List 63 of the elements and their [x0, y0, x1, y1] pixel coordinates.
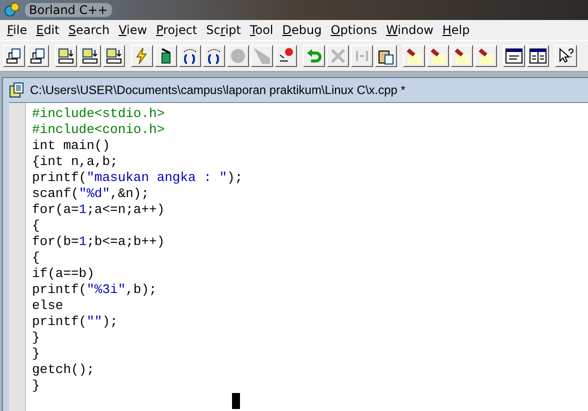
- code-line: printf("masukan angka : ");: [32, 170, 244, 186]
- braces-icon: [181, 47, 199, 65]
- code-line: }: [32, 346, 41, 362]
- undo-toolbar-button[interactable]: [303, 45, 325, 67]
- code-line: {: [32, 250, 41, 266]
- undo-icon: [305, 47, 323, 65]
- window-title: Borland C++: [25, 3, 112, 17]
- menu-item[interactable]: Options: [326, 23, 382, 37]
- help-toolbar-button[interactable]: [555, 45, 577, 67]
- braces-icon: [205, 47, 223, 65]
- code-line: scanf("%d",&n);: [32, 186, 150, 202]
- cross-icon: [329, 47, 347, 65]
- code-line: {: [32, 218, 41, 234]
- app-logo-icon: [4, 2, 20, 18]
- code-line: #include<conio.h>: [32, 122, 166, 138]
- columns-toolbar-button[interactable]: [527, 45, 549, 67]
- marker-toolbar-button[interactable]: [427, 45, 449, 67]
- code-line: getch();: [32, 362, 96, 378]
- menu-item[interactable]: View: [114, 23, 152, 37]
- code-line: for(a=1;a<=n;a++): [32, 202, 166, 218]
- menu-item[interactable]: Tool: [244, 23, 278, 37]
- menu-item[interactable]: Edit: [31, 23, 64, 37]
- marker-icon: [429, 47, 447, 65]
- window-icon: [505, 47, 523, 65]
- marker-icon: [477, 47, 495, 65]
- menu-item[interactable]: File: [2, 23, 32, 37]
- menu-item[interactable]: Help: [437, 23, 474, 37]
- marker-toolbar-button[interactable]: [475, 45, 497, 67]
- code-line: printf("");: [32, 314, 119, 330]
- menu-item[interactable]: Window: [381, 23, 438, 37]
- code-line: #include<stdio.h>: [32, 106, 166, 122]
- doc-in-toolbar-button[interactable]: [27, 45, 49, 67]
- marker-icon: [453, 47, 471, 65]
- doc-in-icon: [29, 47, 47, 65]
- window-toolbar-button[interactable]: [503, 45, 525, 67]
- help-icon: [557, 47, 575, 65]
- code-line: int main(): [32, 138, 112, 154]
- braces-toolbar-button[interactable]: [203, 45, 225, 67]
- code-line: printf("%3i",b);: [32, 282, 158, 298]
- code-line: {int n,a,b;: [32, 154, 119, 170]
- marker-icon: [405, 47, 423, 65]
- code-line: else: [32, 298, 64, 314]
- columns-icon: [529, 47, 547, 65]
- marker-toolbar-button[interactable]: [451, 45, 473, 67]
- clipboard-toolbar-button[interactable]: [375, 45, 397, 67]
- file-path: C:\Users\USER\Documents\campus\laporan praktikum\Linux C\x.cpp *: [30, 83, 406, 97]
- menu-item[interactable]: Debug: [277, 23, 326, 37]
- menu-item[interactable]: Search: [63, 23, 114, 37]
- menu-item[interactable]: Script: [201, 23, 245, 37]
- code-line: for(b=1;b<=a;b++): [32, 234, 166, 250]
- code-line: if(a==b): [32, 266, 96, 282]
- doc-out-icon: [5, 47, 23, 65]
- menu-item[interactable]: Project: [151, 23, 202, 37]
- code-line: }: [32, 330, 41, 346]
- stop-icon: [229, 47, 247, 65]
- code-line: }: [32, 378, 41, 394]
- marker-toolbar-button[interactable]: [403, 45, 425, 67]
- lightning-toolbar-button[interactable]: [131, 45, 153, 67]
- braces-toolbar-button[interactable]: [179, 45, 201, 67]
- text-cursor: [232, 393, 240, 409]
- pen-toolbar-button[interactable]: [155, 45, 177, 67]
- document-icon: [9, 82, 25, 98]
- doc-out-toolbar-button[interactable]: [3, 45, 25, 67]
